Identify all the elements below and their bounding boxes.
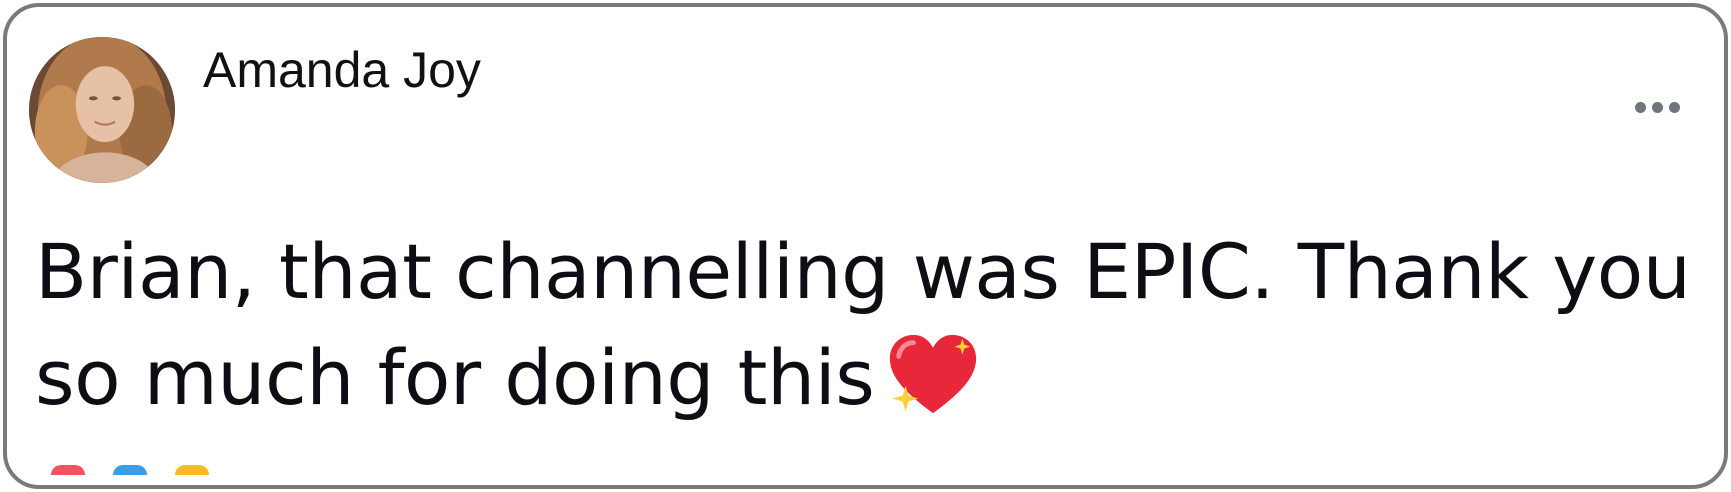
like-reaction-icon: [113, 465, 147, 475]
more-options-dot: [1668, 101, 1680, 113]
more-options-button[interactable]: [1621, 91, 1693, 123]
love-reaction-icon: [51, 465, 85, 475]
avatar[interactable]: [29, 37, 175, 183]
author-name[interactable]: Amanda Joy: [203, 45, 481, 95]
comment-body: Brian, that channelling was EPIC. Thank …: [35, 219, 1695, 431]
comment-text: Brian, that channelling was EPIC. Thank …: [35, 227, 1691, 422]
more-options-dot: [1651, 101, 1663, 113]
comment-card: Amanda Joy Brian, that channelling was E…: [3, 3, 1728, 489]
avatar-photo: [29, 37, 175, 183]
care-reaction-icon: [175, 465, 209, 475]
more-options-icon: [1634, 101, 1646, 113]
reaction-icons[interactable]: [51, 465, 209, 479]
sparkling-heart-icon: [884, 327, 982, 425]
